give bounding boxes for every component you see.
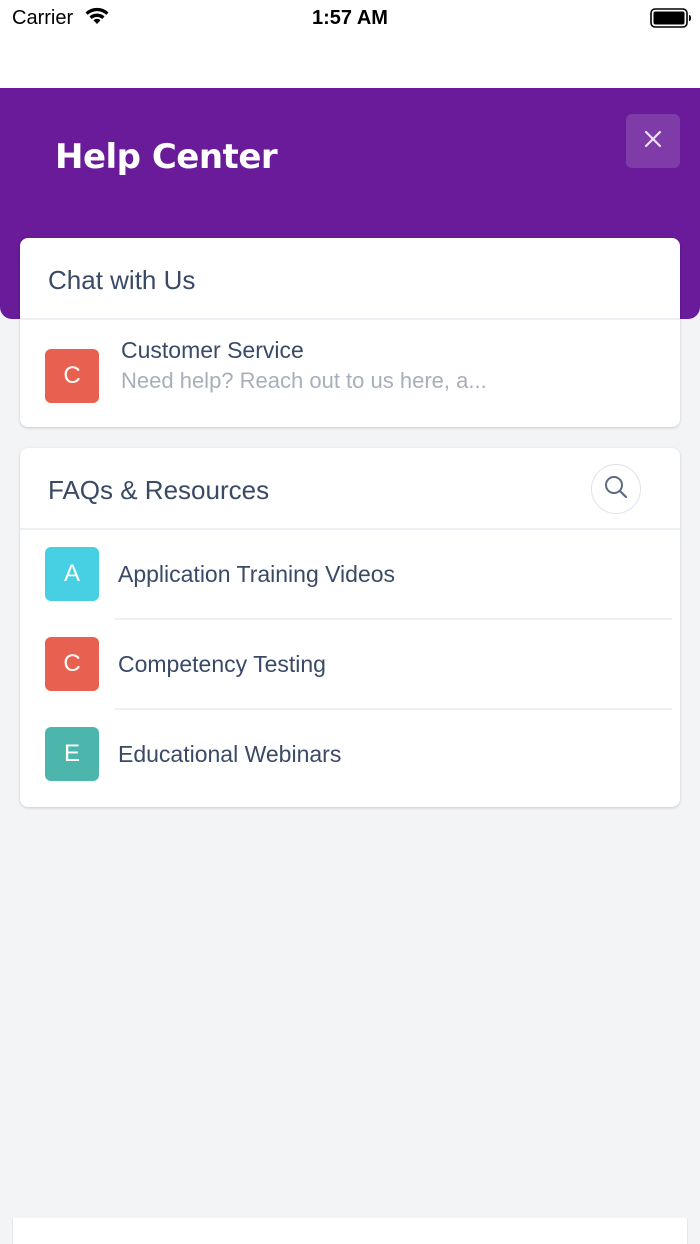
search-button[interactable] [591,464,641,514]
close-button[interactable] [626,114,680,168]
customer-service-title: Customer Service [121,337,304,363]
faq-item-avatar: A [45,547,99,601]
chat-card-header: Chat with Us [20,238,680,320]
faq-item-label: Educational Webinars [118,741,342,767]
faq-item-label: Competency Testing [118,651,326,677]
customer-service-subtitle: Need help? Reach out to us here, a... [121,368,487,393]
page-title: Help Center [55,137,278,177]
faq-card: FAQs & Resources A Application Training … [20,448,680,807]
status-bar: Carrier 1:57 AM [0,0,700,88]
faq-item-avatar: E [45,727,99,781]
faq-item-competency-testing[interactable]: C Competency Testing [20,620,680,710]
faq-item-educational-webinars[interactable]: E Educational Webinars [20,710,680,800]
chat-card: Chat with Us C Customer Service Need hel… [20,238,680,427]
customer-service-avatar: C [45,349,99,403]
faq-card-title: FAQs & Resources [48,475,270,505]
faq-item-avatar: C [45,637,99,691]
chat-card-title: Chat with Us [48,265,196,295]
search-icon [603,474,629,505]
close-icon [644,130,662,153]
faq-item-label: Application Training Videos [118,561,396,587]
avatar-letter: C [63,650,81,677]
faq-card-header: FAQs & Resources [20,448,680,530]
bottom-bar [12,1218,688,1244]
faq-item-application-training-videos[interactable]: A Application Training Videos [20,530,680,620]
avatar-letter: E [63,740,80,767]
avatar-letter: A [63,560,80,587]
status-time: 1:57 AM [312,7,388,29]
avatar-letter: C [63,362,81,389]
battery-icon [650,8,692,33]
